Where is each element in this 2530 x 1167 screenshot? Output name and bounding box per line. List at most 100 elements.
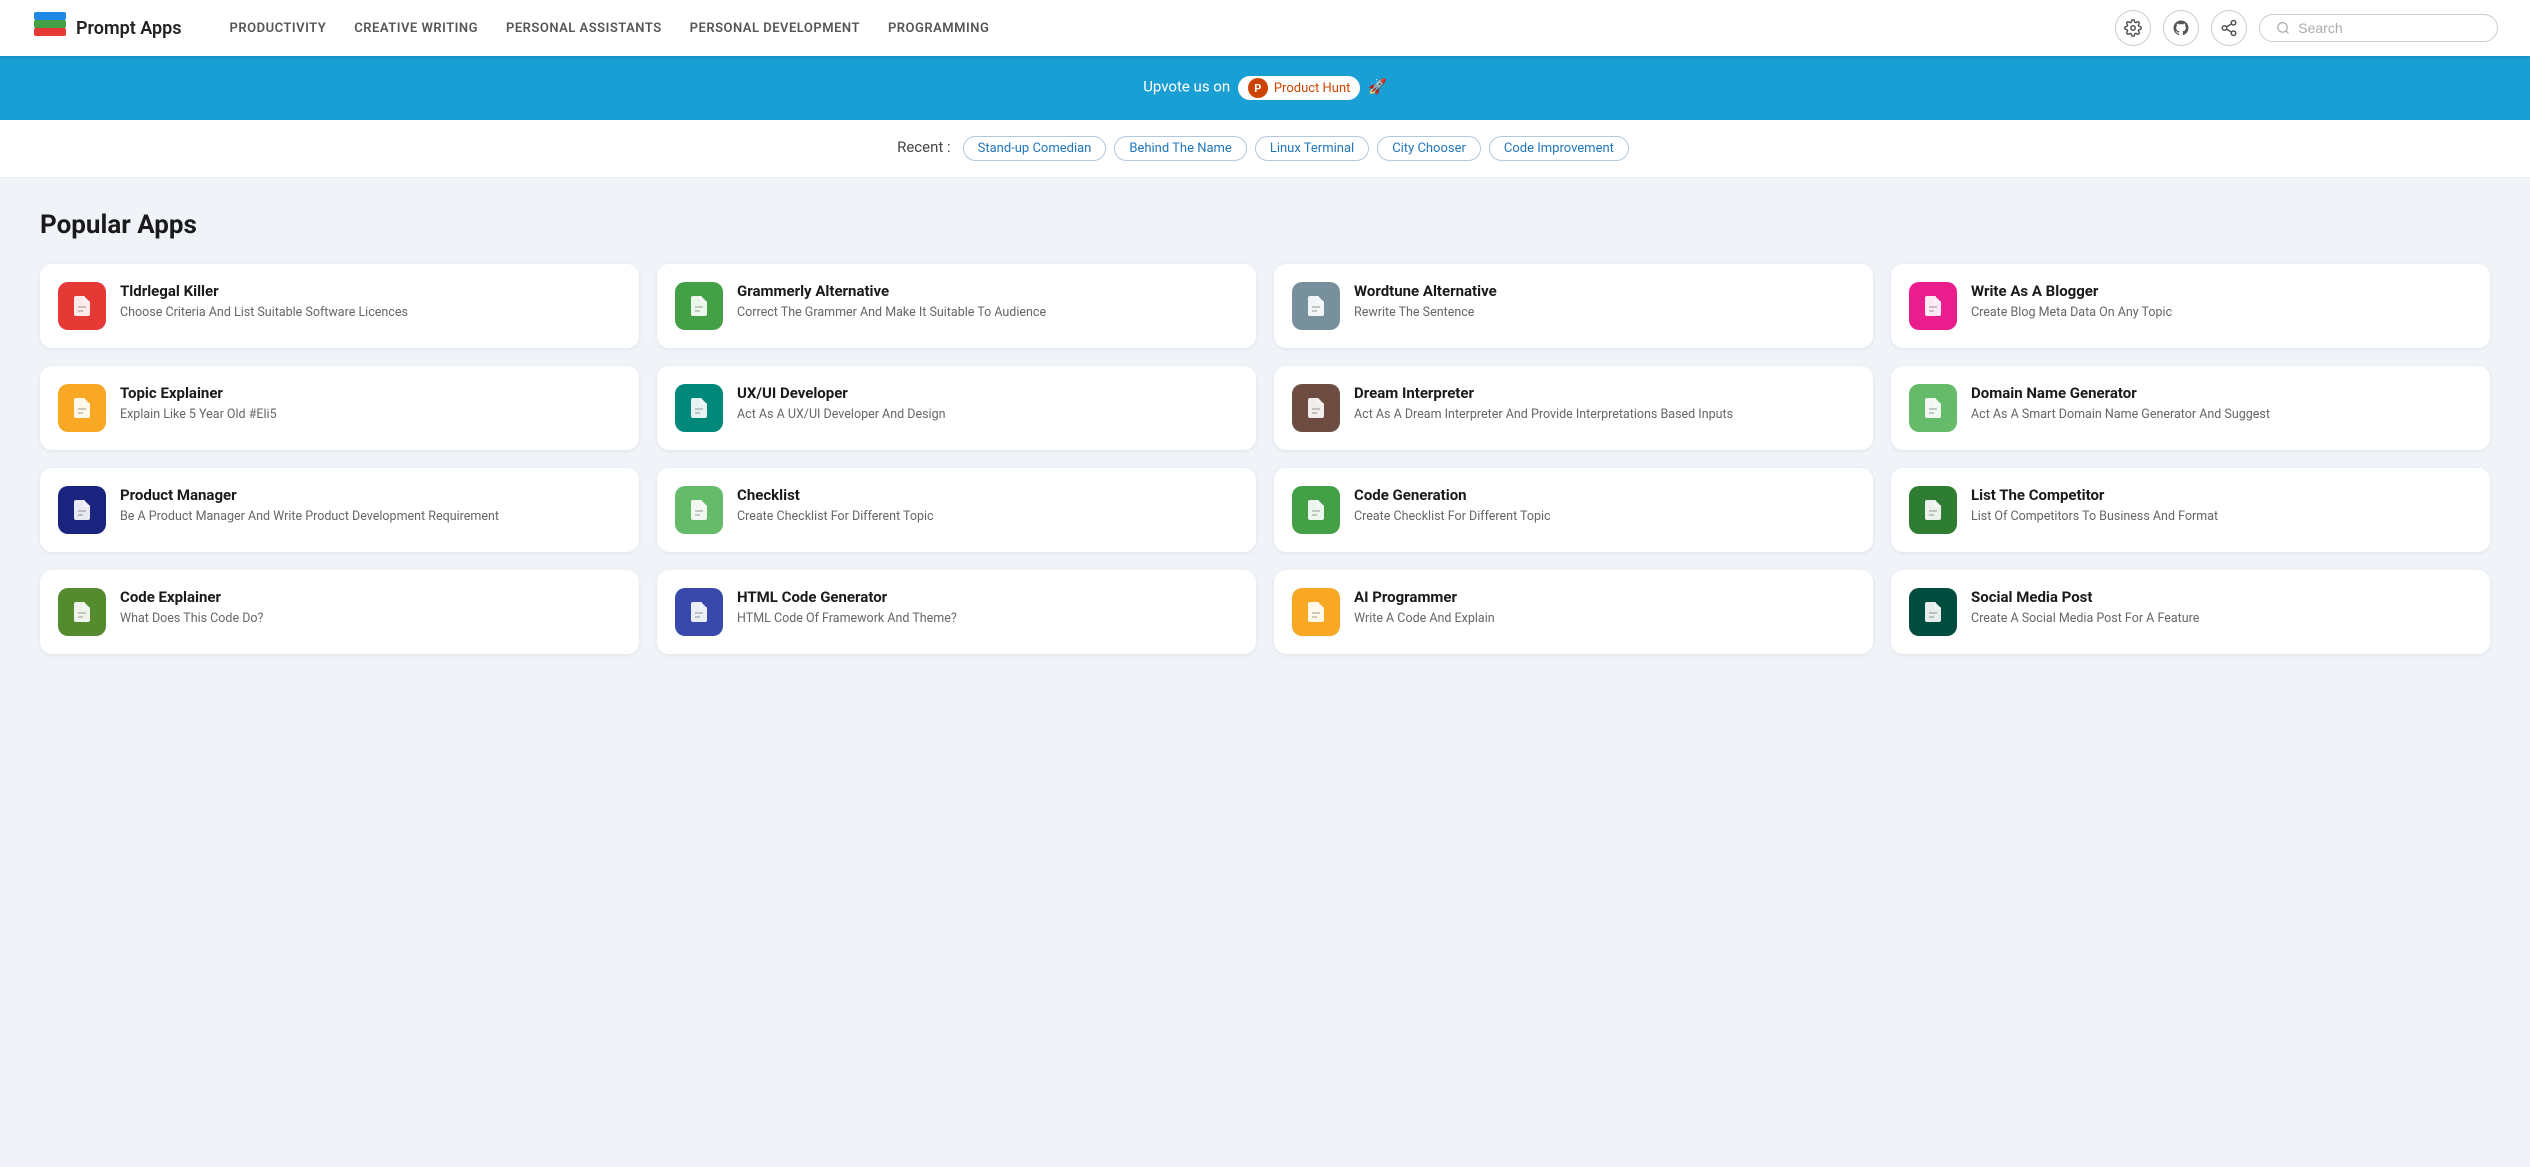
recent-tag[interactable]: City Chooser (1377, 136, 1481, 161)
search-box[interactable] (2259, 14, 2498, 42)
app-card[interactable]: Social Media Post Create A Social Media P… (1891, 570, 2490, 654)
app-name: Code Explainer (120, 588, 621, 606)
app-icon (1292, 282, 1340, 330)
app-icon (58, 282, 106, 330)
logo-icon (32, 10, 68, 46)
app-info: Social Media Post Create A Social Media P… (1971, 588, 2472, 628)
settings-button[interactable] (2115, 10, 2151, 46)
app-desc: List Of Competitors To Business And Form… (1971, 508, 2472, 526)
app-desc: Create Checklist For Different Topic (737, 508, 1238, 526)
app-name: Wordtune Alternative (1354, 282, 1855, 300)
app-info: Code Explainer What Does This Code Do? (120, 588, 621, 628)
app-icon (58, 486, 106, 534)
app-desc: Be A Product Manager And Write Product D… (120, 508, 621, 526)
nav-link-creative-writing[interactable]: CREATIVE WRITING (354, 21, 478, 36)
app-icon (1909, 282, 1957, 330)
share-button[interactable] (2211, 10, 2247, 46)
app-info: Product Manager Be A Product Manager And … (120, 486, 621, 526)
banner-text: Upvote us on (1143, 78, 1234, 96)
app-card[interactable]: HTML Code Generator HTML Code Of Framewor… (657, 570, 1256, 654)
github-button[interactable] (2163, 10, 2199, 46)
search-icon (2276, 20, 2290, 36)
logo[interactable]: Prompt Apps (32, 10, 182, 46)
app-card[interactable]: AI Programmer Write A Code And Explain (1274, 570, 1873, 654)
app-name: Social Media Post (1971, 588, 2472, 606)
recent-tag[interactable]: Code Improvement (1489, 136, 1629, 161)
app-icon (1909, 588, 1957, 636)
app-card[interactable]: List The Competitor List Of Competitors T… (1891, 468, 2490, 552)
app-card[interactable]: Write As A BloggerCreate Blog Meta Data … (1891, 264, 2490, 348)
app-card[interactable]: Code Generation Create Checklist For Diff… (1274, 468, 1873, 552)
app-icon (675, 384, 723, 432)
app-icon (1292, 588, 1340, 636)
app-desc: HTML Code Of Framework And Theme? (737, 610, 1238, 628)
app-icon (1292, 486, 1340, 534)
ph-logo: P (1248, 78, 1268, 98)
app-icon (1909, 384, 1957, 432)
app-icon (675, 588, 723, 636)
app-card[interactable]: Wordtune Alternative Rewrite The Sentence (1274, 264, 1873, 348)
share-icon (2220, 19, 2238, 37)
app-name: UX/UI Developer (737, 384, 1238, 402)
nav-links: PRODUCTIVITY CREATIVE WRITING PERSONAL ASS… (230, 21, 2115, 36)
app-info: Topic ExplainerExplain Like 5 Year Old #… (120, 384, 621, 424)
nav-right (2115, 10, 2498, 46)
app-name: Dream Interpreter (1354, 384, 1855, 402)
app-icon (675, 486, 723, 534)
app-name: List The Competitor (1971, 486, 2472, 504)
app-card[interactable]: Domain Name Generator Act As A Smart Doma… (1891, 366, 2490, 450)
app-icon (58, 588, 106, 636)
app-name: AI Programmer (1354, 588, 1855, 606)
app-name: HTML Code Generator (737, 588, 1238, 606)
app-info: Dream InterpreterAct As A Dream Interpre… (1354, 384, 1855, 424)
ph-label: Product Hunt (1274, 81, 1351, 96)
app-card[interactable]: Code Explainer What Does This Code Do? (40, 570, 639, 654)
app-card[interactable]: Dream InterpreterAct As A Dream Interpre… (1274, 366, 1873, 450)
app-info: UX/UI Developer Act As A UX/UI Developer … (737, 384, 1238, 424)
app-name: Topic Explainer (120, 384, 621, 402)
app-card[interactable]: Product Manager Be A Product Manager And … (40, 468, 639, 552)
app-info: Grammerly AlternativeCorrect The Grammer… (737, 282, 1238, 322)
recent-tag[interactable]: Stand-up Comedian (963, 136, 1107, 161)
app-card[interactable]: Tldrlegal Killer Choose Criteria And List… (40, 264, 639, 348)
nav-link-personal-development[interactable]: PERSONAL DEVELOPMENT (690, 21, 860, 36)
app-desc: Create A Social Media Post For A Feature (1971, 610, 2472, 628)
app-info: Code Generation Create Checklist For Diff… (1354, 486, 1855, 526)
app-desc: Rewrite The Sentence (1354, 304, 1855, 322)
app-info: ChecklistCreate Checklist For Different … (737, 486, 1238, 526)
app-card[interactable]: ChecklistCreate Checklist For Different … (657, 468, 1256, 552)
app-desc: What Does This Code Do? (120, 610, 621, 628)
app-desc: Act As A Smart Domain Name Generator And… (1971, 406, 2472, 424)
recent-tag[interactable]: Behind The Name (1114, 136, 1246, 161)
app-name: Code Generation (1354, 486, 1855, 504)
search-input[interactable] (2298, 20, 2481, 36)
popular-apps-title: Popular Apps (40, 210, 2490, 240)
nav-link-programming[interactable]: PROGRAMMING (888, 21, 989, 36)
app-name: Product Manager (120, 486, 621, 504)
app-name: Tldrlegal Killer (120, 282, 621, 300)
logo-text: Prompt Apps (76, 18, 182, 39)
recent-label: Recent : (897, 138, 951, 156)
app-desc: Choose Criteria And List Suitable Softwa… (120, 304, 621, 322)
app-info: AI Programmer Write A Code And Explain (1354, 588, 1855, 628)
recent-bar: Recent : Stand-up Comedian Behind The Nam… (0, 120, 2530, 178)
app-name: Domain Name Generator (1971, 384, 2472, 402)
banner: Upvote us on P Product Hunt 🚀 (0, 56, 2530, 120)
app-info: Wordtune Alternative Rewrite The Sentence (1354, 282, 1855, 322)
app-info: List The Competitor List Of Competitors T… (1971, 486, 2472, 526)
nav-link-productivity[interactable]: PRODUCTIVITY (230, 21, 327, 36)
app-icon (1292, 384, 1340, 432)
app-desc: Create Checklist For Different Topic (1354, 508, 1855, 526)
app-card[interactable]: UX/UI Developer Act As A UX/UI Developer … (657, 366, 1256, 450)
navbar: Prompt Apps PRODUCTIVITY CREATIVE WRITING… (0, 0, 2530, 56)
product-hunt-badge[interactable]: P Product Hunt (1238, 76, 1361, 100)
nav-link-personal-assistants[interactable]: PERSONAL ASSISTANTS (506, 21, 662, 36)
gear-icon (2124, 19, 2142, 37)
app-desc: Write A Code And Explain (1354, 610, 1855, 628)
app-card[interactable]: Grammerly AlternativeCorrect The Grammer… (657, 264, 1256, 348)
recent-tag[interactable]: Linux Terminal (1255, 136, 1369, 161)
app-card[interactable]: Topic ExplainerExplain Like 5 Year Old #… (40, 366, 639, 450)
apps-grid: Tldrlegal Killer Choose Criteria And List… (40, 264, 2490, 654)
app-info: Write As A BloggerCreate Blog Meta Data … (1971, 282, 2472, 322)
app-desc: Act As A UX/UI Developer And Design (737, 406, 1238, 424)
